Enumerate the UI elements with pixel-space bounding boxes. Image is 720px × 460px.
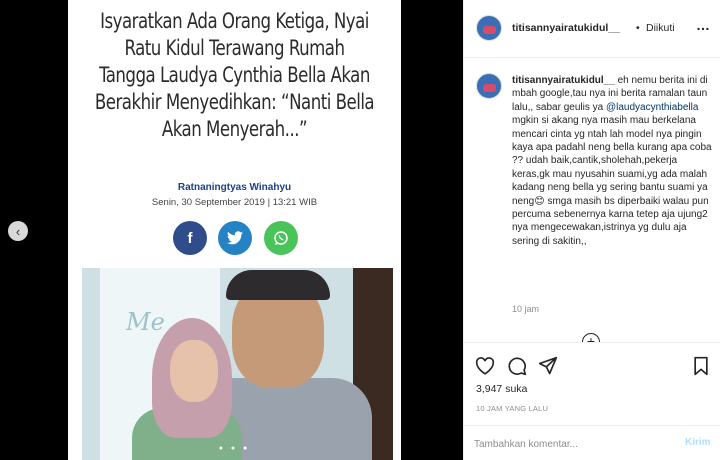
more-options-icon[interactable]: …	[696, 17, 710, 33]
post-timestamp: 10 JAM YANG LALU	[476, 404, 549, 413]
headline-line: Akan Menyerah...”	[161, 117, 308, 142]
article-headline: Isyaratkan Ada Orang Ketiga, Nyai Ratu K…	[91, 8, 377, 143]
banner-text: Me	[126, 308, 165, 336]
twitter-icon	[218, 221, 252, 255]
header-separator: •	[636, 22, 640, 34]
article-screenshot: Isyaratkan Ada Orang Ketiga, Nyai Ratu K…	[68, 0, 401, 460]
comment-input[interactable]	[474, 435, 664, 453]
whatsapp-icon	[264, 221, 298, 255]
article-date: Senin, 30 September 2019 | 13:21 WIB	[151, 197, 318, 208]
header-username[interactable]: titisannyairatukidul__	[512, 22, 620, 34]
post-caption: titisannyairatukidul__ eh nemu berita in…	[512, 74, 712, 248]
avatar[interactable]	[476, 73, 502, 99]
article-photo: Me	[82, 268, 393, 460]
bookmark-icon[interactable]	[690, 355, 712, 377]
comment-bubble-icon[interactable]	[506, 355, 528, 377]
caption-mention[interactable]: @laudyacynthiabella	[606, 102, 698, 113]
post-comment-button[interactable]: Kirim	[685, 437, 711, 448]
like-count[interactable]: 3,947 suka	[476, 383, 527, 395]
like-heart-icon[interactable]	[474, 355, 496, 377]
carousel-dots: ● ● ●	[218, 445, 251, 452]
headline-line: Isyaratkan Ada Orang Ketiga, Nyai	[100, 9, 369, 34]
headline-line: Berakhir Menyedihkan: “Nanti Bella	[94, 90, 375, 115]
comment-form: Kirim	[464, 425, 720, 460]
caption-time: 10 jam	[512, 304, 540, 314]
post-sidebar: titisannyairatukidul__ • Diikuti … titis…	[463, 0, 720, 460]
avatar[interactable]	[476, 15, 502, 41]
post-actions: 3,947 suka 10 JAM YANG LALU Kirim	[464, 342, 720, 460]
post-header: titisannyairatukidul__ • Diikuti …	[464, 0, 720, 58]
caption-username[interactable]: titisannyairatukidul__	[512, 75, 615, 86]
headline-line: Tangga Laudya Cynthia Bella Akan	[99, 63, 370, 88]
chevron-left-icon[interactable]: ‹	[8, 221, 28, 241]
facebook-icon: f	[173, 221, 207, 255]
caption-text: mgkin si akang nya masih mau berkelana m…	[512, 115, 712, 247]
post-media: Isyaratkan Ada Orang Ketiga, Nyai Ratu K…	[0, 0, 463, 460]
article-author: Ratnaningtyas Winahyu	[177, 182, 292, 193]
headline-line: Ratu Kidul Terawang Rumah	[124, 36, 345, 61]
share-paper-plane-icon[interactable]	[537, 355, 559, 377]
follow-status-button[interactable]: Diikuti	[646, 22, 675, 34]
